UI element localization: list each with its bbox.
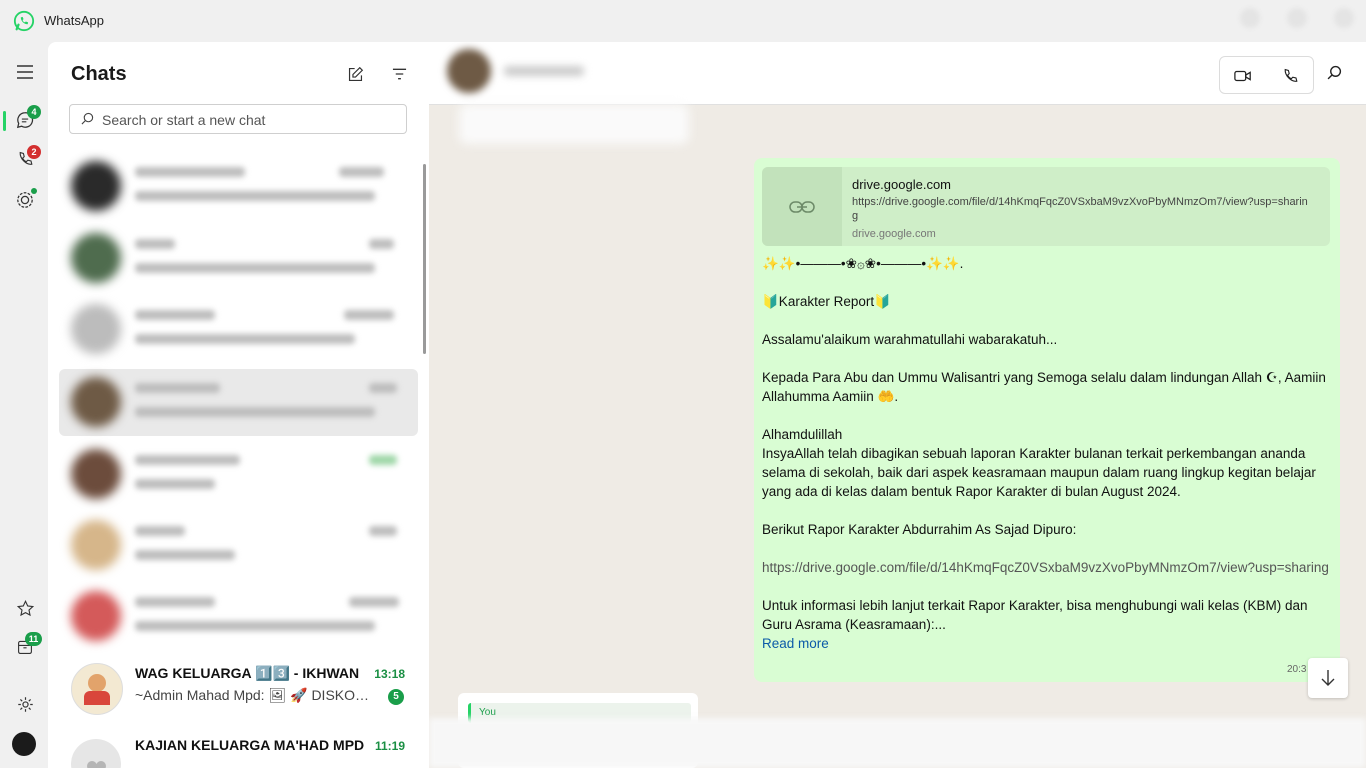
avatar [71, 161, 121, 211]
search-box[interactable] [69, 104, 407, 134]
message-line: Alhamdulillah [762, 427, 843, 442]
status-dot [31, 188, 37, 194]
chat-preview: ~Admin Mahad Mpd: 🖼 🚀 DISKON... [135, 687, 375, 703]
calls-badge: 2 [27, 145, 41, 159]
close-button[interactable] [1334, 8, 1354, 28]
minimize-button[interactable] [1240, 8, 1260, 28]
message-heading: 🔰Karakter Report🔰 [762, 294, 891, 309]
video-call-icon[interactable] [1233, 66, 1253, 86]
message-bubble: drive.google.com https://drive.google.co… [754, 158, 1340, 682]
archive-badge: 11 [25, 632, 42, 646]
title-bar: WhatsApp [0, 0, 1366, 42]
message-paragraph: Untuk informasi lebih lanjut terkait Rap… [762, 598, 1308, 632]
list-item[interactable] [59, 153, 418, 220]
search-icon[interactable] [1327, 65, 1342, 80]
list-item[interactable] [59, 512, 418, 579]
new-chat-icon[interactable] [345, 64, 365, 84]
chat-time: 11:19 [374, 739, 405, 753]
avatar [71, 449, 121, 499]
avatar [71, 377, 121, 427]
group-icon [87, 761, 106, 768]
message-paragraph: Berikut Rapor Karakter Abdurrahim As Saj… [762, 522, 1077, 537]
message-link[interactable]: https://drive.google.com/file/d/14hKmqFq… [762, 558, 1332, 577]
search-icon [81, 112, 94, 125]
voice-call-icon[interactable] [1280, 66, 1300, 86]
chat-name: WAG KELUARGA 1️⃣3️⃣ - IKHWAN [135, 665, 360, 681]
chat-time: 13:18 [374, 667, 405, 681]
avatar[interactable] [12, 732, 36, 756]
message-greeting: Assalamu'alaikum warahmatullahi wabaraka… [762, 332, 1058, 347]
star-icon[interactable] [12, 595, 38, 621]
link-domain: drive.google.com [852, 228, 936, 240]
list-item[interactable] [59, 583, 418, 650]
link-title: drive.google.com [852, 177, 951, 192]
list-item[interactable]: WAG KELUARGA 1️⃣3️⃣ - IKHWAN 13:18 ~Admi… [59, 655, 418, 722]
arrow-down-icon [1321, 670, 1335, 686]
list-item[interactable] [59, 225, 418, 292]
active-indicator [3, 111, 6, 131]
conversation-header [429, 42, 1366, 105]
message-paragraph: Kepada Para Abu dan Ummu Walisantri yang… [762, 370, 1326, 404]
message-paragraph: InsyaAllah telah dibagikan sebuah lapora… [762, 446, 1316, 499]
chats-badge: 4 [27, 105, 41, 119]
chat-name: KAJIAN KELUARGA MA'HAD MPD [135, 737, 365, 753]
chat-list-panel: Chats Search or start a new chat WAG KEL… [48, 42, 429, 768]
reply-sender: You [479, 707, 496, 718]
link-preview[interactable]: drive.google.com https://drive.google.co… [762, 167, 1330, 246]
contact-name[interactable] [504, 66, 584, 76]
maximize-button[interactable] [1287, 8, 1307, 28]
app-title: WhatsApp [44, 13, 104, 28]
search-input[interactable] [100, 110, 399, 130]
avatar [71, 520, 121, 570]
message-bubble [459, 104, 689, 144]
link-icon [762, 167, 842, 246]
gear-icon[interactable] [12, 691, 38, 717]
link-url: https://drive.google.com/file/d/14hKmqFq… [852, 196, 1308, 222]
list-item[interactable] [59, 441, 418, 508]
avatar [71, 663, 123, 715]
whatsapp-logo-icon [13, 10, 35, 32]
avatar [71, 739, 121, 768]
message-time: 20:3 [1287, 664, 1307, 675]
message-ornament: ✨✨•―――•❀۞❀•―――•✨✨. [762, 256, 964, 271]
scrollbar[interactable] [423, 164, 426, 354]
read-more-link[interactable]: Read more [762, 636, 829, 651]
scroll-down-button[interactable] [1308, 658, 1348, 698]
avatar[interactable] [447, 49, 491, 93]
list-item[interactable] [59, 296, 418, 363]
avatar [71, 591, 121, 641]
unread-badge: 5 [388, 689, 404, 705]
page-title: Chats [71, 63, 127, 85]
filter-icon[interactable] [389, 64, 409, 84]
avatar [71, 304, 121, 354]
nav-rail: 4 2 11 [0, 42, 48, 768]
list-item[interactable] [59, 369, 418, 436]
menu-icon[interactable] [12, 59, 38, 85]
conversation-pane: drive.google.com https://drive.google.co… [429, 42, 1366, 768]
message-composer[interactable] [429, 718, 1366, 768]
call-buttons [1219, 56, 1314, 94]
avatar [71, 233, 121, 283]
list-item[interactable]: KAJIAN KELUARGA MA'HAD MPD 11:19 [59, 727, 418, 768]
message-text: ✨✨•―――•❀۞❀•―――•✨✨. 🔰Karakter Report🔰 Ass… [762, 254, 1332, 653]
